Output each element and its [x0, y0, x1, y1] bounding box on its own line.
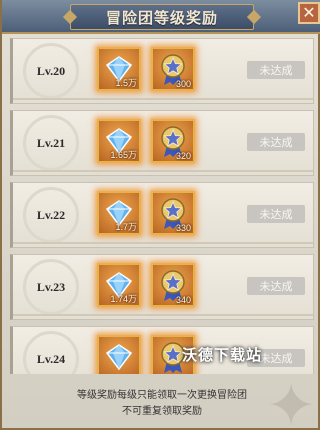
reward-row: Lv.21 1.65万 320 未达成: [10, 110, 314, 176]
level-badge: Lv.22: [23, 187, 79, 243]
medal-reward[interactable]: 320: [151, 119, 195, 163]
medal-quantity: 320: [175, 151, 191, 161]
diamond-quantity: 1.5万: [115, 78, 137, 88]
diamond-reward[interactable]: [97, 335, 141, 374]
level-label: Lv.24: [36, 351, 66, 366]
reward-row: Lv.20 1.5万 300 未达成: [10, 38, 314, 104]
reward-row: Lv.23 1.74万 340 未达成: [10, 254, 314, 320]
reward-list[interactable]: Lv.20 1.5万 300 未达成 Lv.21 1.65万 320 未达成 L…: [10, 38, 314, 374]
status-button[interactable]: 未达成: [247, 205, 305, 223]
diamond-reward[interactable]: 1.74万: [97, 263, 141, 307]
reward-panel: 冒险团等级奖励 ✕ Lv.20 1.5万 300 未达成 Lv.21 1.65万…: [0, 0, 320, 430]
diamond-quantity: 1.7万: [115, 222, 137, 232]
reward-row: Lv.24 未达成: [10, 326, 314, 374]
medal-reward[interactable]: 330: [151, 191, 195, 235]
medal-reward[interactable]: 340: [151, 263, 195, 307]
diamond-quantity: 1.65万: [110, 150, 137, 160]
reward-row: Lv.22 1.7万 330 未达成: [10, 182, 314, 248]
medal-quantity: 340: [175, 295, 191, 305]
medal-quantity: 330: [175, 223, 191, 233]
title-bar: 冒险团等级奖励 ✕: [2, 0, 320, 34]
panel-title: 冒险团等级奖励: [105, 10, 218, 27]
level-badge: Lv.24: [23, 331, 79, 374]
diamond-quantity: 1.74万: [110, 294, 137, 304]
diamond-reward[interactable]: 1.5万: [97, 47, 141, 91]
diamond-reward[interactable]: 1.7万: [97, 191, 141, 235]
level-label: Lv.22: [36, 207, 66, 222]
level-label: Lv.21: [36, 135, 66, 150]
level-badge: Lv.21: [23, 115, 79, 171]
title-ribbon: 冒险团等级奖励: [70, 4, 254, 30]
diamond-reward[interactable]: 1.65万: [97, 119, 141, 163]
status-button[interactable]: 未达成: [247, 277, 305, 295]
star-decoration-icon: ✦: [266, 371, 317, 430]
level-label: Lv.23: [36, 279, 66, 294]
status-button[interactable]: 未达成: [247, 61, 305, 79]
close-icon: ✕: [302, 3, 316, 22]
close-button[interactable]: ✕: [298, 2, 320, 24]
medal-quantity: 300: [175, 79, 191, 89]
level-badge: Lv.20: [23, 43, 79, 99]
watermark: 沃德下载站: [182, 346, 263, 364]
level-badge: Lv.23: [23, 259, 79, 315]
status-button[interactable]: 未达成: [247, 133, 305, 151]
level-label: Lv.20: [36, 63, 66, 78]
diamond-icon: [105, 344, 133, 371]
medal-reward[interactable]: 300: [151, 47, 195, 91]
